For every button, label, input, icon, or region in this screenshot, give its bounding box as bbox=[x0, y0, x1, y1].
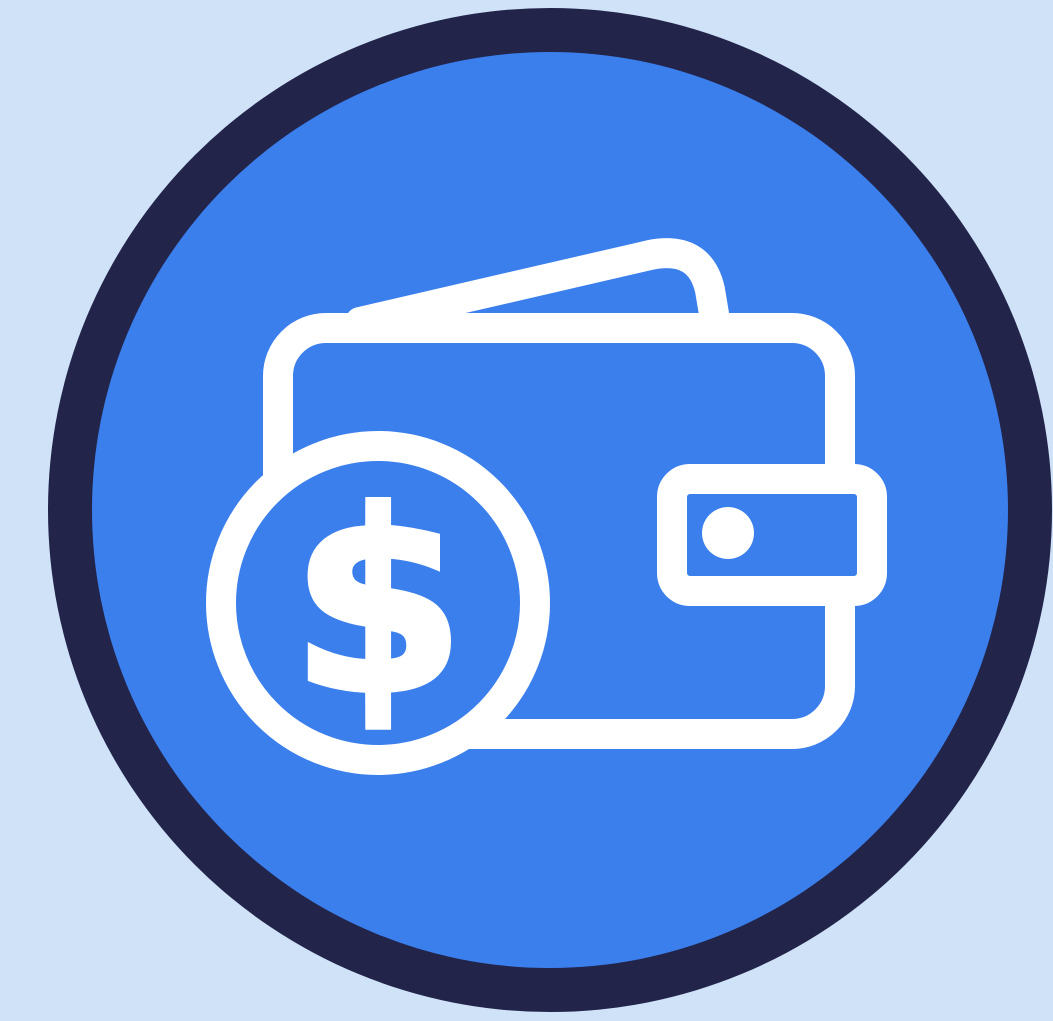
dollar-sign-icon: $ bbox=[291, 458, 465, 749]
clasp-button-icon bbox=[702, 507, 754, 559]
wallet-clasp-icon bbox=[657, 464, 887, 606]
wallet-with-dollar-coin-icon: $ bbox=[48, 8, 1052, 1012]
icon-canvas: $ bbox=[0, 0, 1053, 1021]
